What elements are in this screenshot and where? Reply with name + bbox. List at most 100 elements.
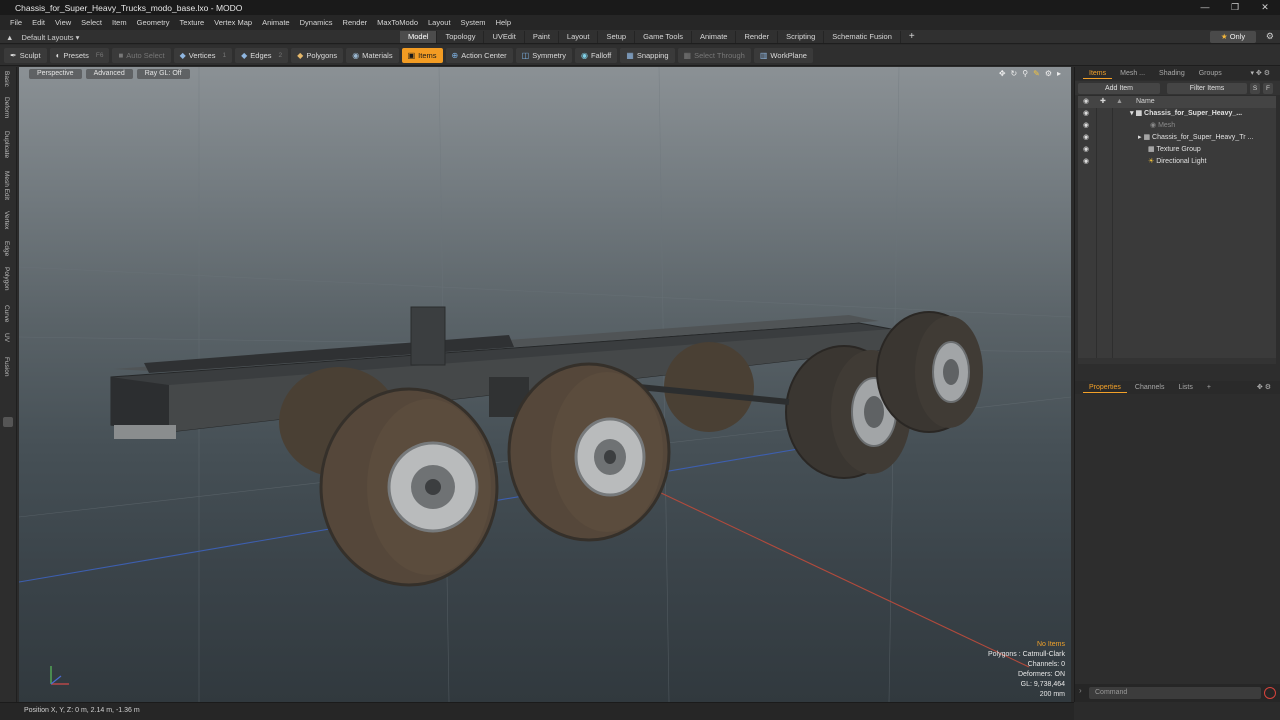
tab-mesh[interactable]: Mesh ... [1114,68,1151,79]
symmetry-button[interactable]: ◫ Symmetry [515,47,572,63]
tab-properties[interactable]: Properties [1083,382,1127,393]
list-item[interactable]: ◉ ▦ Texture Group [1078,144,1276,156]
command-input[interactable]: Command [1089,687,1261,699]
list-item[interactable]: ◉ ▸ ▦ Chassis_for_Super_Heavy_Tr ... [1078,132,1276,144]
workplane-button[interactable]: ▥ WorkPlane [753,47,813,63]
tab-layout[interactable]: Layout [559,31,599,43]
menu-texture[interactable]: Texture [175,18,210,27]
filter-items-button[interactable]: Filter Items [1167,82,1247,94]
menu-file[interactable]: File [5,18,27,27]
eye-icon[interactable]: ◉ [1083,156,1089,168]
menu-layout[interactable]: Layout [423,18,456,27]
left-tab-edge[interactable]: Edge [3,241,10,256]
scale-info: 200 mm [1039,691,1065,698]
item-list-scrollbar[interactable] [1078,358,1276,364]
menu-system[interactable]: System [456,18,491,27]
tab-scripting[interactable]: Scripting [778,31,825,43]
add-item-button[interactable]: Add Item [1078,82,1160,94]
record-icon[interactable] [1264,687,1276,699]
tab-topology[interactable]: Topology [437,31,485,43]
settings-icon[interactable]: ⚙ [1045,69,1052,78]
minimize-button[interactable]: — [1190,0,1220,15]
left-tab-uv[interactable]: UV [3,333,10,342]
auto-select-button[interactable]: ■ Auto Select [112,47,171,63]
falloff-icon: ◉ [580,50,588,60]
menu-geometry[interactable]: Geometry [132,18,175,27]
add-properties-tab-button[interactable]: + [1201,382,1217,393]
list-item[interactable]: ◉ ▾ ▦ Chassis_for_Super_Heavy_... [1078,108,1276,120]
tab-animate[interactable]: Animate [692,31,737,43]
falloff-button[interactable]: ◉ Falloff [574,47,618,63]
tab-game-tools[interactable]: Game Tools [635,31,692,43]
left-tab-mesh-edit[interactable]: Mesh Edit [3,171,10,200]
snapping-button[interactable]: ▦ Snapping [620,47,675,63]
sculpt-button[interactable]: ✒ Sculpt [4,47,47,63]
eye-icon[interactable]: ◉ [1083,144,1089,156]
add-tab-button[interactable]: + [901,31,923,43]
ray-gl-button[interactable]: Ray GL: Off [136,69,190,79]
eye-icon[interactable]: ◉ [1083,108,1089,120]
tab-schematic-fusion[interactable]: Schematic Fusion [824,31,901,43]
f-button[interactable]: F [1263,82,1273,94]
x-axis-line [658,491,1030,668]
pan-icon[interactable]: ✥ [999,69,1006,78]
tab-uvedit[interactable]: UVEdit [484,31,525,43]
vertices-button[interactable]: ◆ Vertices 1 [173,47,233,63]
left-tab-deform[interactable]: Deform [3,97,10,118]
items-button[interactable]: ▣ Items [401,47,443,63]
properties-menu-icon[interactable]: ✥ ⚙ [1251,382,1277,393]
materials-button[interactable]: ◉ Materials [346,47,399,63]
vertex-icon: ◆ [179,50,186,60]
edges-button[interactable]: ◆ Edges 2 [235,47,289,63]
tab-setup[interactable]: Setup [598,31,636,43]
lock-icon[interactable] [3,417,13,427]
menu-edit[interactable]: Edit [27,18,50,27]
left-tab-polygon[interactable]: Polygon [3,267,10,291]
s-button[interactable]: S [1250,82,1260,94]
gear-icon[interactable]: ⚙ [1266,31,1274,42]
layout-pin-icon[interactable]: ▲ [6,33,13,42]
action-center-button[interactable]: ⊕ Action Center [445,47,513,63]
tab-channels[interactable]: Channels [1129,382,1171,393]
default-layouts-dropdown[interactable]: Default Layouts ▾ [21,33,79,42]
left-tab-duplicate[interactable]: Duplicate [3,131,10,158]
menu-item[interactable]: Item [107,18,132,27]
menu-dynamics[interactable]: Dynamics [295,18,338,27]
select-through-button[interactable]: ▦ Select Through [677,47,751,63]
polygons-button[interactable]: ◆ Polygons [291,47,344,63]
maximize-button[interactable]: ❐ [1220,0,1250,15]
menu-help[interactable]: Help [491,18,516,27]
menu-render[interactable]: Render [338,18,373,27]
menu-animate[interactable]: Animate [257,18,295,27]
rotate-icon[interactable]: ↻ [1011,69,1018,78]
eye-icon[interactable]: ◉ [1083,132,1089,144]
tab-groups[interactable]: Groups [1193,68,1228,79]
left-tab-curve[interactable]: Curve [3,305,10,322]
expand-icon[interactable]: ▸ [1057,69,1061,78]
presets-button[interactable]: ◐ Presets F6 [49,47,110,63]
tab-shading[interactable]: Shading [1153,68,1191,79]
paint-icon[interactable]: ✎ [1033,69,1040,78]
zoom-icon[interactable]: ⚲ [1022,69,1028,78]
eye-icon[interactable]: ◉ [1083,120,1089,132]
list-item[interactable]: ◉ ☀ Directional Light [1078,156,1276,168]
only-toggle[interactable]: ★ Only [1210,31,1256,43]
panel-menu-icon[interactable]: ▾ ✥ ⚙ [1244,68,1276,79]
menu-maxtomodo[interactable]: MaxToModo [372,18,423,27]
advanced-button[interactable]: Advanced [85,69,133,79]
perspective-button[interactable]: Perspective [29,69,82,79]
close-button[interactable]: ✕ [1250,0,1280,15]
left-tab-fusion[interactable]: Fusion [3,357,10,377]
menu-view[interactable]: View [50,18,76,27]
tab-paint[interactable]: Paint [525,31,559,43]
menu-vertex-map[interactable]: Vertex Map [209,18,257,27]
tab-lists[interactable]: Lists [1172,382,1198,393]
tab-model[interactable]: Model [400,31,438,43]
left-tab-vertex[interactable]: Vertex [3,211,10,229]
left-tab-basic[interactable]: Basic [3,71,10,87]
3d-viewport[interactable]: Perspective Advanced Ray GL: Off ✥ ↻ ⚲ ✎… [19,67,1071,702]
list-item[interactable]: ◉ ◉ Mesh [1078,120,1276,132]
tab-items[interactable]: Items [1083,68,1113,79]
tab-render[interactable]: Render [736,31,779,43]
menu-select[interactable]: Select [76,18,107,27]
